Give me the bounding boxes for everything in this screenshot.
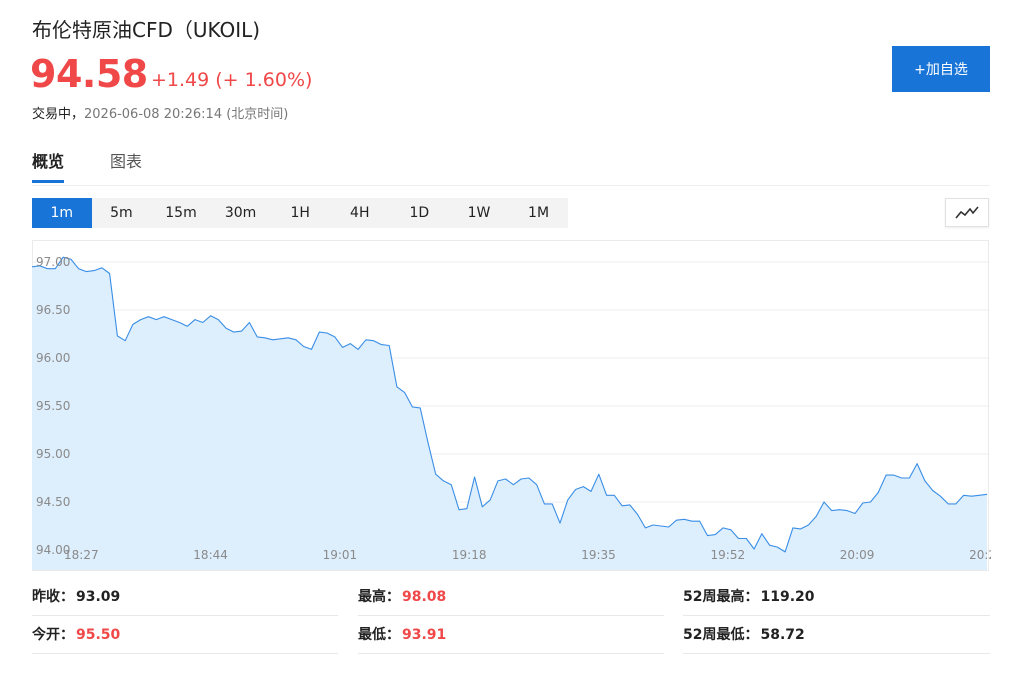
- range-15m[interactable]: 15m: [151, 198, 211, 228]
- x-tick-label: 19:52: [711, 548, 746, 562]
- add-to-watchlist-button[interactable]: +加自选: [892, 46, 990, 92]
- range-1w[interactable]: 1W: [449, 198, 509, 228]
- quote-timestamp: 2026-06-08 20:26:14: [84, 107, 223, 122]
- stat-label: 昨收：: [32, 589, 74, 605]
- time-range-selector: 1m 5m 15m 30m 1H 4H 1D 1W 1M: [32, 198, 569, 228]
- stat-high: 最高： 98.08: [358, 578, 664, 616]
- tab-chart[interactable]: 图表: [110, 148, 142, 182]
- range-1h[interactable]: 1H: [270, 198, 330, 228]
- y-tick-label: 96.50: [36, 303, 70, 317]
- stat-label: 52周最低：: [683, 627, 759, 643]
- y-tick-label: 95.00: [36, 447, 70, 461]
- y-tick-label: 94.50: [36, 495, 70, 509]
- stat-52w-low: 52周最低： 58.72: [683, 616, 990, 654]
- stat-label: 最高：: [358, 589, 400, 605]
- stat-label: 最低：: [358, 627, 400, 643]
- stat-label: 今开：: [32, 627, 74, 643]
- stat-value: 93.09: [76, 589, 121, 605]
- x-tick-label: 19:01: [323, 548, 358, 562]
- stat-label: 52周最高：: [683, 589, 759, 605]
- range-4h[interactable]: 4H: [330, 198, 390, 228]
- price-change: +1.49 (+ 1.60%): [151, 69, 313, 91]
- line-chart-icon: [955, 205, 979, 219]
- range-5m[interactable]: 5m: [92, 198, 152, 228]
- range-1mo[interactable]: 1M: [509, 198, 569, 228]
- range-1d[interactable]: 1D: [390, 198, 450, 228]
- x-tick-label: 18:44: [193, 548, 228, 562]
- stat-52w-high: 52周最高： 119.20: [683, 578, 990, 616]
- x-tick-label: 19:18: [452, 548, 487, 562]
- x-tick-label: 18:27: [64, 548, 99, 562]
- x-tick-label: 20:2: [969, 548, 991, 562]
- instrument-title: 布伦特原油CFD（UKOIL): [32, 18, 261, 42]
- stat-open: 今开： 95.50: [32, 616, 338, 654]
- range-30m[interactable]: 30m: [211, 198, 271, 228]
- trading-status: 交易中，2026-06-08 20:26:14 (北京时间): [32, 103, 288, 122]
- x-tick-label: 20:09: [840, 548, 875, 562]
- stat-value: 98.08: [402, 589, 447, 605]
- y-tick-label: 95.50: [36, 399, 70, 413]
- stat-value: 119.20: [760, 589, 815, 605]
- stat-low: 最低： 93.91: [358, 616, 664, 654]
- range-1m[interactable]: 1m: [32, 198, 92, 228]
- x-tick-label: 19:35: [581, 548, 616, 562]
- chart-type-button[interactable]: [945, 198, 989, 227]
- stat-value: 93.91: [402, 627, 447, 643]
- tab-bar: 概览 图表: [32, 148, 990, 186]
- y-tick-label: 96.00: [36, 351, 70, 365]
- timezone-label: (北京时间): [226, 107, 289, 122]
- stat-value: 58.72: [760, 627, 805, 643]
- stat-prev-close: 昨收： 93.09: [32, 578, 338, 616]
- last-price: 94.58: [30, 52, 148, 96]
- y-tick-label: 97.00: [36, 255, 70, 269]
- tab-overview[interactable]: 概览: [32, 148, 65, 183]
- status-label: 交易中，: [32, 107, 85, 122]
- stat-value: 95.50: [76, 627, 121, 643]
- price-chart[interactable]: 97.0096.5096.0095.5095.0094.5094.0018:27…: [32, 240, 991, 571]
